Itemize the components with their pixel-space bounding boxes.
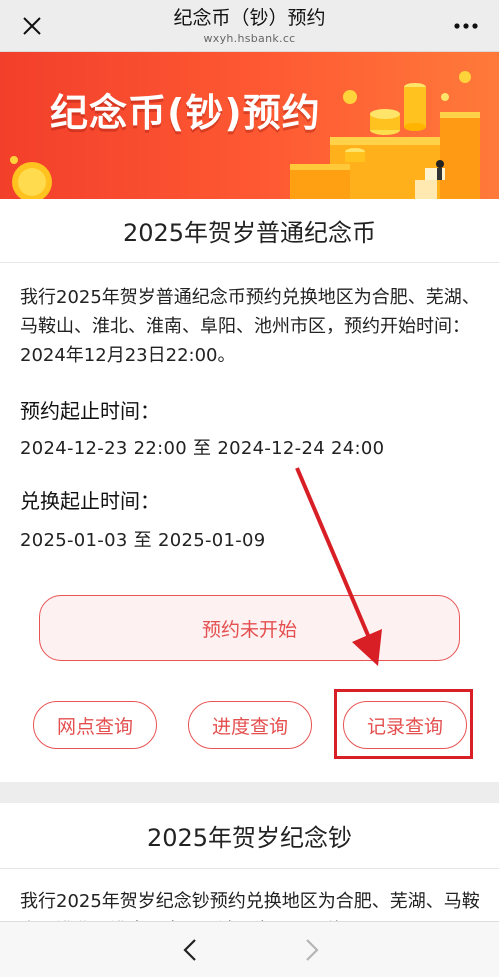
coin-card: 2025年贺岁普通纪念币 我行2025年贺岁普通纪念币预约兑换地区为合肥、芜湖、… (0, 199, 499, 782)
close-icon (23, 17, 41, 35)
banner-title: 纪念币(钞)预约 (50, 91, 321, 135)
exchange-time-label: 兑换起止时间： (20, 489, 160, 513)
reserve-time-value: 2024-12-23 22:00 至 2024-12-24 24:00 (20, 438, 385, 459)
title-area: 纪念币（钞）预约 wxyh.hsbank.cc (80, 5, 419, 46)
coin-card-title: 2025年贺岁普通纪念币 (0, 199, 499, 263)
exchange-time-value: 2025-01-03 至 2025-01-09 (20, 530, 266, 551)
more-icon (454, 23, 478, 29)
reserve-button[interactable]: 预约未开始 (39, 595, 460, 661)
forward-button[interactable] (297, 934, 327, 966)
page-domain: wxyh.hsbank.cc (203, 32, 296, 45)
note-card-title: 2025年贺岁纪念钞 (0, 803, 499, 869)
more-button[interactable] (451, 14, 481, 38)
chevron-right-icon (306, 939, 319, 961)
page-title: 纪念币（钞）预约 (173, 7, 326, 29)
back-button[interactable] (175, 934, 205, 966)
bottom-nav-bar (0, 921, 499, 977)
reserve-time-label: 预约起止时间： (20, 399, 160, 423)
branch-query-button[interactable]: 网点查询 (33, 701, 157, 749)
record-query-highlight-box (334, 689, 473, 759)
banner: 纪念币(钞)预约 (0, 52, 499, 199)
chevron-left-icon (183, 939, 196, 961)
coin-intro-text: 我行2025年贺岁普通纪念币预约兑换地区为合肥、芜湖、马鞍山、淮北、淮南、阜阳、… (20, 287, 480, 366)
top-bar: 纪念币（钞）预约 wxyh.hsbank.cc (0, 0, 499, 52)
close-button[interactable] (18, 12, 46, 40)
progress-query-button[interactable]: 进度查询 (188, 701, 312, 749)
